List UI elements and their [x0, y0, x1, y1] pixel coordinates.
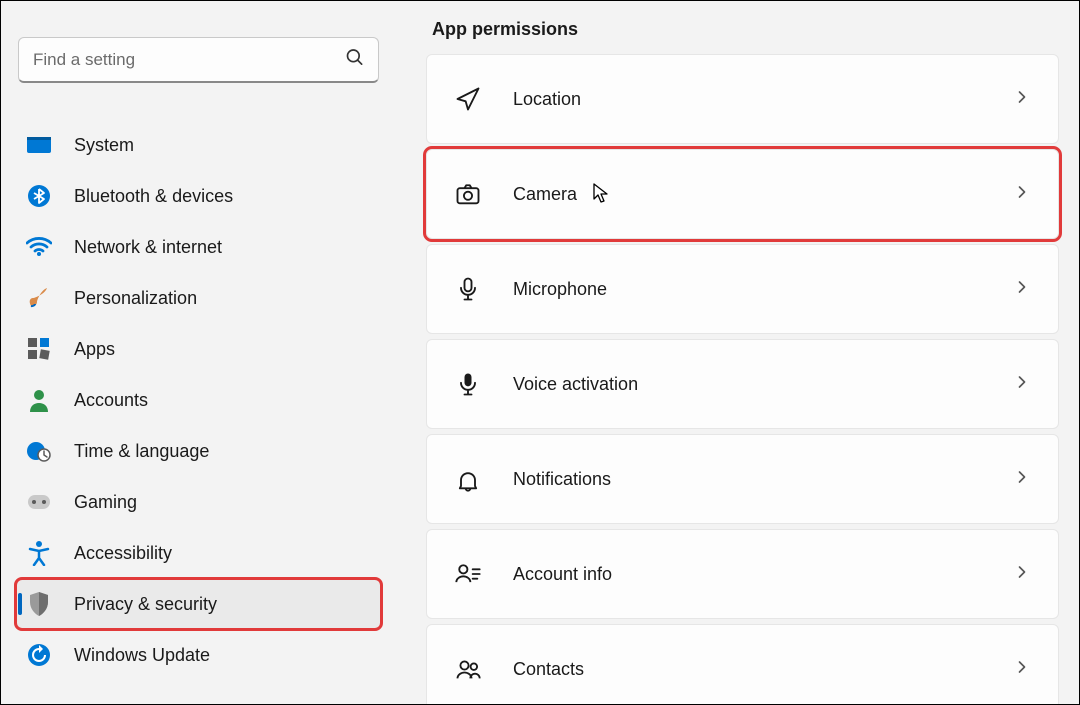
permission-item-contacts[interactable]: Contacts	[426, 624, 1059, 704]
permission-item-notifications[interactable]: Notifications	[426, 434, 1059, 524]
permission-label: Camera	[513, 184, 1012, 205]
permission-label: Account info	[513, 564, 1012, 585]
permission-label: Contacts	[513, 659, 1012, 680]
apps-icon	[26, 336, 52, 362]
sidebar-item-personalization[interactable]: Personalization	[16, 273, 381, 323]
sidebar-item-label: Bluetooth & devices	[74, 186, 233, 207]
gamepad-icon	[26, 489, 52, 515]
brush-icon	[26, 285, 52, 311]
permission-item-account-info[interactable]: Account info	[426, 529, 1059, 619]
account-info-icon	[453, 559, 483, 589]
sidebar-item-privacy-security[interactable]: Privacy & security	[16, 579, 381, 629]
sidebar-item-gaming[interactable]: Gaming	[16, 477, 381, 527]
search-wrapper	[18, 37, 379, 83]
shield-icon	[26, 591, 52, 617]
chevron-right-icon	[1012, 562, 1032, 587]
main-content: App permissions Location Camera Micropho…	[396, 1, 1079, 704]
chevron-right-icon	[1012, 372, 1032, 397]
sidebar-item-label: Apps	[74, 339, 115, 360]
chevron-right-icon	[1012, 277, 1032, 302]
sidebar-item-label: Personalization	[74, 288, 197, 309]
sidebar-item-label: Accessibility	[74, 543, 172, 564]
sidebar-item-label: Network & internet	[74, 237, 222, 258]
bluetooth-icon	[26, 183, 52, 209]
permission-item-microphone[interactable]: Microphone	[426, 244, 1059, 334]
sidebar: System Bluetooth & devices Network & int…	[1, 1, 396, 704]
sidebar-item-system[interactable]: System	[16, 120, 381, 170]
chevron-right-icon	[1012, 657, 1032, 682]
chevron-right-icon	[1012, 87, 1032, 112]
permissions-list: Location Camera Microphone Voice activat…	[426, 54, 1059, 704]
sidebar-item-apps[interactable]: Apps	[16, 324, 381, 374]
search-icon[interactable]	[345, 48, 365, 73]
contacts-icon	[453, 654, 483, 684]
voice-icon	[453, 369, 483, 399]
search-input[interactable]	[18, 37, 379, 83]
camera-icon	[453, 179, 483, 209]
clock-globe-icon	[26, 438, 52, 464]
person-icon	[26, 387, 52, 413]
sidebar-item-windows-update[interactable]: Windows Update	[16, 630, 381, 680]
sidebar-item-label: Gaming	[74, 492, 137, 513]
wifi-icon	[26, 234, 52, 260]
sidebar-item-label: System	[74, 135, 134, 156]
permission-label: Location	[513, 89, 1012, 110]
section-title: App permissions	[432, 19, 1059, 40]
chevron-right-icon	[1012, 467, 1032, 492]
microphone-icon	[453, 274, 483, 304]
system-icon	[26, 132, 52, 158]
sidebar-item-label: Privacy & security	[74, 594, 217, 615]
chevron-right-icon	[1012, 182, 1032, 207]
sidebar-item-time-language[interactable]: Time & language	[16, 426, 381, 476]
sidebar-item-bluetooth[interactable]: Bluetooth & devices	[16, 171, 381, 221]
nav-list: System Bluetooth & devices Network & int…	[16, 119, 381, 681]
sidebar-item-network[interactable]: Network & internet	[16, 222, 381, 272]
permission-label: Microphone	[513, 279, 1012, 300]
accessibility-icon	[26, 540, 52, 566]
sidebar-item-label: Windows Update	[74, 645, 210, 666]
permission-item-camera[interactable]: Camera	[426, 149, 1059, 239]
update-icon	[26, 642, 52, 668]
sidebar-item-label: Time & language	[74, 441, 209, 462]
permission-item-voice-activation[interactable]: Voice activation	[426, 339, 1059, 429]
bell-icon	[453, 464, 483, 494]
permission-label: Voice activation	[513, 374, 1012, 395]
location-icon	[453, 84, 483, 114]
sidebar-item-accessibility[interactable]: Accessibility	[16, 528, 381, 578]
permission-item-location[interactable]: Location	[426, 54, 1059, 144]
permission-label: Notifications	[513, 469, 1012, 490]
sidebar-item-accounts[interactable]: Accounts	[16, 375, 381, 425]
sidebar-item-label: Accounts	[74, 390, 148, 411]
